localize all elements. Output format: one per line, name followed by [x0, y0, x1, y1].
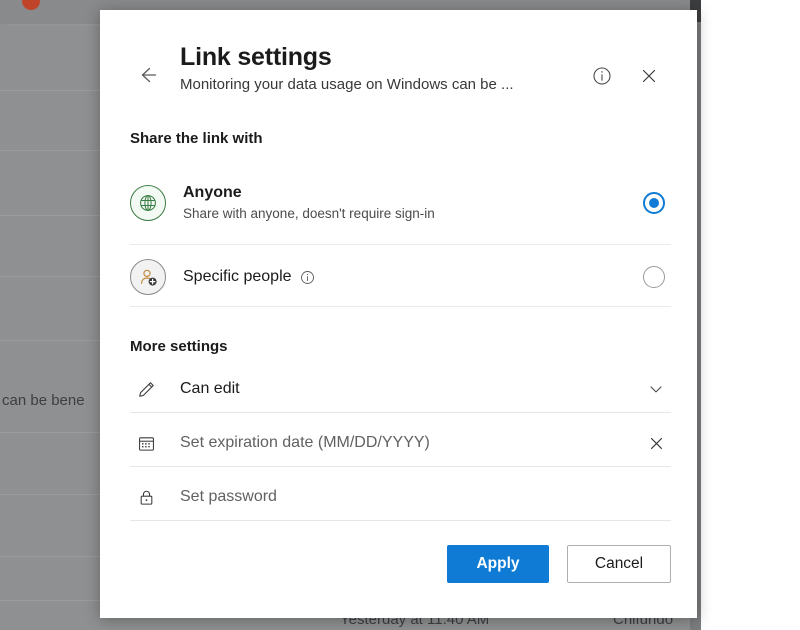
lock-icon — [134, 485, 158, 509]
dialog-header: Link settings Monitoring your data usage… — [100, 10, 697, 118]
link-settings-dialog: Link settings Monitoring your data usage… — [100, 10, 697, 618]
radio-anyone[interactable] — [643, 192, 665, 214]
apply-button[interactable]: Apply — [447, 545, 549, 583]
screen: can be bene Yesterday at 11:40 AM Chifun… — [0, 0, 800, 630]
clear-x-icon[interactable] — [643, 430, 669, 456]
globe-icon — [130, 185, 166, 221]
option-anyone-title: Anyone — [183, 184, 242, 201]
option-specific-people-texts: Specific people — [183, 267, 643, 287]
radio-specific-people[interactable] — [643, 266, 665, 288]
specific-people-info-icon[interactable] — [300, 270, 315, 285]
close-icon[interactable] — [635, 62, 663, 90]
dialog-subtitle: Monitoring your data usage on Windows ca… — [180, 76, 514, 93]
option-specific-people-title-wrap: Specific people — [183, 267, 643, 287]
option-anyone-texts: Anyone Share with anyone, doesn't requir… — [183, 183, 643, 223]
share-section-heading: Share the link with — [130, 130, 263, 147]
pencil-icon — [134, 377, 158, 401]
field-permission-value: Can edit — [180, 380, 240, 397]
dialog-title-block: Link settings Monitoring your data usage… — [180, 42, 600, 95]
option-divider — [130, 306, 671, 307]
cancel-button[interactable]: Cancel — [567, 545, 671, 583]
field-password-trailing-spacer — [643, 484, 669, 510]
back-button[interactable] — [130, 58, 164, 92]
background-description-text: can be bene — [2, 392, 85, 409]
option-row-specific-people[interactable]: Specific people — [126, 248, 671, 306]
field-password-value[interactable]: Set password — [180, 488, 643, 506]
option-row-anyone[interactable]: Anyone Share with anyone, doesn't requir… — [126, 174, 671, 232]
field-row-expiration[interactable]: Set expiration date (MM/DD/YYYY) — [130, 420, 671, 467]
option-divider — [130, 244, 671, 245]
info-icon[interactable] — [588, 62, 616, 90]
field-row-password[interactable]: Set password — [130, 474, 671, 521]
calendar-icon — [134, 431, 158, 455]
more-settings-heading: More settings — [130, 338, 228, 355]
page-title: Link settings — [180, 43, 332, 71]
field-expiration-value[interactable]: Set expiration date (MM/DD/YYYY) — [180, 434, 643, 452]
option-anyone-subtitle: Share with anyone, doesn't require sign-… — [183, 206, 435, 221]
option-specific-people-title: Specific people — [183, 268, 292, 285]
field-row-permission[interactable]: Can edit — [130, 366, 671, 413]
person-add-icon — [130, 259, 166, 295]
chevron-down-icon[interactable] — [643, 376, 669, 402]
